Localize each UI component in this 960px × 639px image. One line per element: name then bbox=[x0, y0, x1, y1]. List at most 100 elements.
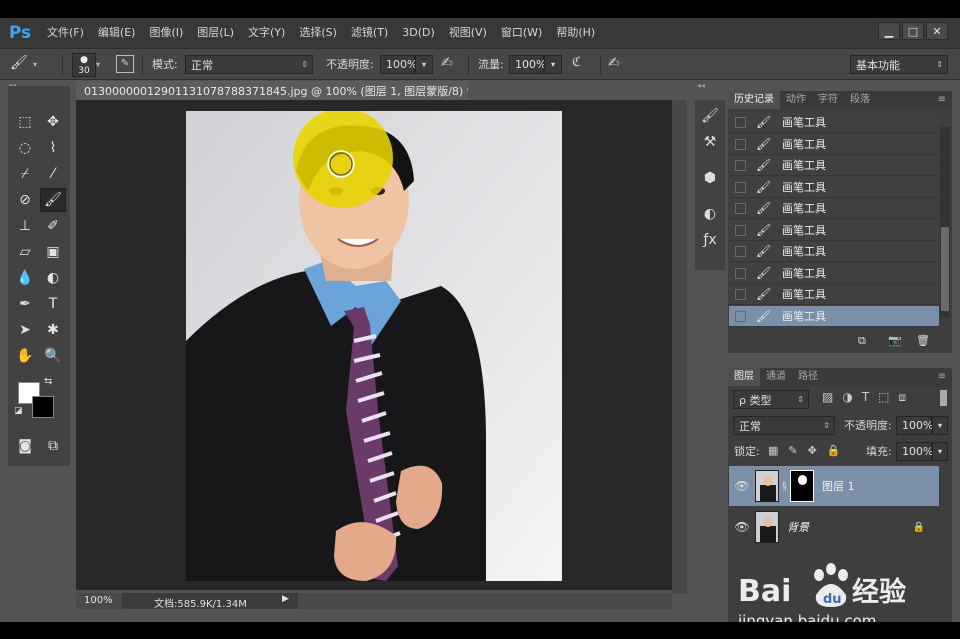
adjustments-icon[interactable]: ⚒ bbox=[695, 130, 725, 154]
status-arrow-icon[interactable]: ▶ bbox=[282, 594, 289, 604]
quick-select-tool-icon[interactable]: ⌇ bbox=[40, 136, 66, 160]
brush-presets-icon[interactable]: 🖌 bbox=[695, 104, 725, 128]
shape-tool-icon[interactable]: ✱ bbox=[40, 318, 66, 342]
history-item[interactable]: 🖌 画笔工具 bbox=[729, 155, 939, 176]
maximize-icon[interactable]: □ bbox=[902, 22, 924, 40]
tab-channels[interactable]: 通道 bbox=[760, 368, 792, 386]
history-item[interactable]: 🖌 画笔工具 bbox=[729, 263, 939, 284]
panel-menu-icon[interactable]: ≡ bbox=[932, 368, 952, 386]
brush-tool-icon[interactable]: 🖌 bbox=[10, 55, 32, 75]
quick-mask-icon[interactable]: ◙ bbox=[12, 434, 38, 458]
history-item[interactable]: 🖌 画笔工具 bbox=[729, 177, 939, 198]
layer-row[interactable]: 👁 背景 🔒 bbox=[729, 507, 939, 547]
workspace-select[interactable]: 基本功能 ⇕ bbox=[850, 55, 948, 74]
tab-paragraph[interactable]: 段落 bbox=[844, 91, 876, 109]
menu-edit[interactable]: 编辑(E) bbox=[91, 18, 143, 48]
airbrush-icon[interactable]: ℭ bbox=[572, 55, 592, 75]
menu-view[interactable]: 视图(V) bbox=[442, 18, 494, 48]
lasso-tool-icon[interactable]: ◌ bbox=[12, 136, 38, 160]
fill-dropdown[interactable]: ▾ bbox=[932, 442, 948, 461]
menu-help[interactable]: 帮助(H) bbox=[549, 18, 602, 48]
lock-pixels-icon[interactable]: ✎ bbox=[788, 444, 797, 457]
menu-type[interactable]: 文字(Y) bbox=[241, 18, 292, 48]
history-checkbox[interactable] bbox=[735, 224, 746, 236]
blur-tool-icon[interactable]: 💧 bbox=[12, 266, 38, 290]
brush-size-picker[interactable]: ● 30 bbox=[72, 53, 96, 77]
layer-filter-select[interactable]: ρ 类型 ⇕ bbox=[733, 390, 809, 409]
mode-select[interactable]: 正常 ⇕ bbox=[185, 55, 313, 74]
snapshot-icon[interactable]: 📷 bbox=[888, 334, 902, 347]
gradient-tool-icon[interactable]: ▣ bbox=[40, 240, 66, 264]
brush-picker-caret-icon[interactable]: ▾ bbox=[96, 60, 100, 69]
shape-filter-icon[interactable]: ⬚ bbox=[878, 390, 889, 405]
dodge-tool-icon[interactable]: ◐ bbox=[40, 266, 66, 290]
zoom-tool-icon[interactable]: 🔍 bbox=[40, 344, 66, 368]
tab-paths[interactable]: 路径 bbox=[792, 368, 824, 386]
visibility-eye-icon[interactable]: 👁 bbox=[729, 520, 755, 534]
history-checkbox[interactable] bbox=[735, 181, 746, 193]
history-checkbox[interactable] bbox=[735, 159, 746, 171]
menu-window[interactable]: 窗口(W) bbox=[494, 18, 549, 48]
tab-history[interactable]: 历史记录 bbox=[728, 91, 780, 109]
3d-icon[interactable]: ⬢ bbox=[695, 166, 725, 190]
menu-3d[interactable]: 3D(D) bbox=[395, 18, 442, 48]
layer-mask-thumbnail[interactable] bbox=[790, 470, 814, 502]
menu-select[interactable]: 选择(S) bbox=[292, 18, 344, 48]
lock-position-icon[interactable]: ✥ bbox=[808, 444, 817, 457]
history-checkbox[interactable] bbox=[735, 202, 746, 214]
history-checkbox[interactable] bbox=[735, 245, 746, 257]
panel-menu-icon[interactable]: ≡ bbox=[932, 91, 952, 109]
layer-opacity-input[interactable]: 100% bbox=[896, 416, 933, 435]
pen-tool-icon[interactable]: ✒ bbox=[12, 292, 38, 316]
brush-tool-selected-icon[interactable]: 🖌 bbox=[40, 188, 66, 212]
history-checkbox[interactable] bbox=[735, 288, 746, 300]
history-scroll-thumb[interactable] bbox=[941, 227, 949, 311]
history-checkbox[interactable] bbox=[735, 267, 746, 279]
pressure-opacity-icon[interactable]: ✍ bbox=[441, 55, 461, 75]
pressure-size-icon[interactable]: ✍ bbox=[608, 55, 628, 75]
history-item[interactable]: 🖌 画笔工具 bbox=[729, 284, 939, 305]
menu-file[interactable]: 文件(F) bbox=[40, 18, 91, 48]
tab-character[interactable]: 字符 bbox=[812, 91, 844, 109]
tool-preset-caret-icon[interactable]: ▾ bbox=[33, 60, 37, 69]
dock-expand-icon[interactable]: ◂◂ bbox=[697, 81, 705, 90]
tab-layers[interactable]: 图层 bbox=[728, 368, 760, 386]
styles-icon[interactable]: ◐ bbox=[695, 202, 725, 226]
fx-icon[interactable]: ƒx bbox=[695, 228, 725, 252]
menu-layer[interactable]: 图层(L) bbox=[190, 18, 241, 48]
type-tool-icon[interactable]: T bbox=[40, 292, 66, 316]
move-tool-icon[interactable]: ✥ bbox=[40, 110, 66, 134]
crop-tool-icon[interactable]: ⌿ bbox=[12, 162, 38, 186]
opacity-input[interactable]: 100% bbox=[380, 55, 417, 74]
fill-input[interactable]: 100% bbox=[896, 442, 933, 461]
swap-colors-icon[interactable]: ⇆ bbox=[44, 376, 52, 387]
marquee-tool-icon[interactable]: ⬚ bbox=[12, 110, 38, 134]
zoom-level[interactable]: 100% bbox=[84, 595, 113, 606]
history-checkbox[interactable] bbox=[735, 310, 746, 322]
image-filter-icon[interactable]: ▨ bbox=[822, 390, 833, 405]
history-brush-tool-icon[interactable]: ✐ bbox=[40, 214, 66, 238]
photo-canvas[interactable] bbox=[186, 111, 562, 581]
menu-filter[interactable]: 滤镜(T) bbox=[344, 18, 395, 48]
blend-mode-select[interactable]: 正常 ⇕ bbox=[733, 416, 835, 435]
history-item[interactable]: 🖌 画笔工具 bbox=[729, 241, 939, 262]
path-select-tool-icon[interactable]: ➤ bbox=[12, 318, 38, 342]
history-item-selected[interactable]: 🖌 画笔工具 bbox=[729, 306, 939, 327]
adjustment-filter-icon[interactable]: ◑ bbox=[842, 390, 852, 405]
history-item[interactable]: 🖌 画笔工具 bbox=[729, 112, 939, 133]
flow-input[interactable]: 100% bbox=[509, 55, 546, 74]
menu-image[interactable]: 图像(I) bbox=[142, 18, 190, 48]
history-scrollbar[interactable] bbox=[940, 127, 950, 317]
opacity-dropdown[interactable]: ▾ bbox=[415, 55, 433, 74]
eyedropper-tool-icon[interactable]: ⁄ bbox=[40, 162, 66, 186]
lock-transparency-icon[interactable]: ▦ bbox=[768, 444, 778, 457]
filter-toggle[interactable] bbox=[940, 390, 947, 406]
default-colors-icon[interactable]: ◪ bbox=[14, 406, 23, 416]
visibility-eye-icon[interactable]: 👁 bbox=[729, 479, 755, 493]
delete-icon[interactable]: 🗑 bbox=[916, 334, 930, 347]
smart-object-filter-icon[interactable]: ⧈ bbox=[899, 390, 907, 405]
healing-brush-tool-icon[interactable]: ⊘ bbox=[12, 188, 38, 212]
eraser-tool-icon[interactable]: ▱ bbox=[12, 240, 38, 264]
history-item[interactable]: 🖌 画笔工具 bbox=[729, 220, 939, 241]
history-checkbox[interactable] bbox=[735, 116, 746, 128]
